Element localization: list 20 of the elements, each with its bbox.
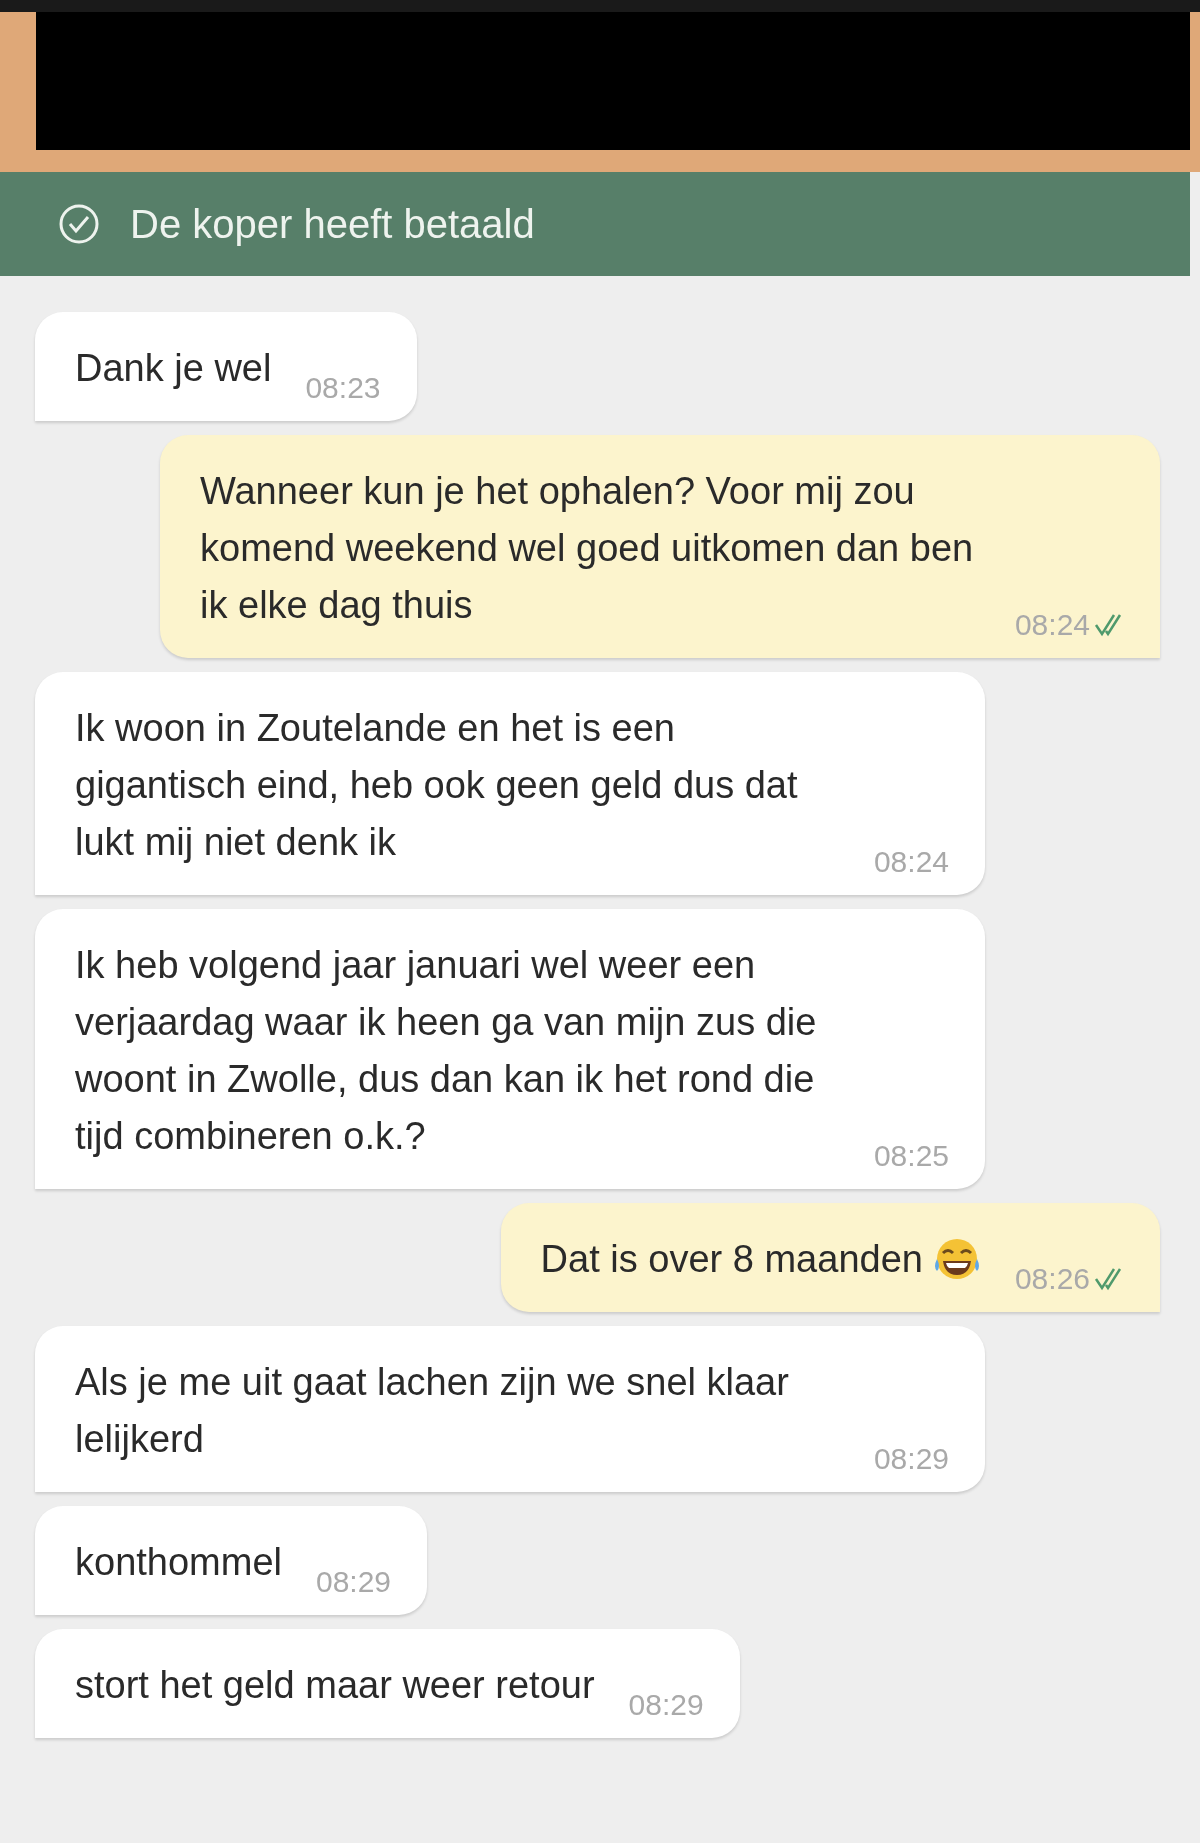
message-time: 08:29 xyxy=(873,1442,949,1476)
message-time: 08:25 xyxy=(873,1139,949,1173)
message-time: 08:24 xyxy=(873,845,949,879)
message-text: stort het geld maar weer retour xyxy=(75,1663,595,1708)
message-time: 08:26 xyxy=(1014,1262,1090,1296)
message-time: 08:24 xyxy=(1014,608,1090,642)
message-text: konthommel xyxy=(75,1540,282,1585)
banner-text: De koper heeft betaald xyxy=(130,201,535,247)
double-check-icon xyxy=(1094,613,1124,637)
message-time: 08:29 xyxy=(628,1688,704,1722)
message-text: Ik heb volgend jaar januari wel weer een verjaardag waar ik heen ga van mijn zus die woont in Zwolle, dus dan kan ik het rond die tijd combineren o.k.? xyxy=(75,943,818,1159)
message-time: 08:29 xyxy=(316,1565,392,1599)
message-text: Als je me uit gaat lachen zijn we snel klaar lelijkerd xyxy=(75,1360,790,1462)
message-text: Dank je wel xyxy=(75,346,272,391)
message-time: 08:23 xyxy=(305,371,381,405)
message-text: Dat is over 8 maanden xyxy=(540,1237,923,1282)
message-text: Wanneer kun je het ophalen? Voor mij zou komend weekend wel goed uitkomen dan ben ik elke dag thuis xyxy=(200,469,975,628)
double-check-icon xyxy=(1094,1267,1124,1291)
check-circle-icon xyxy=(58,203,100,245)
message-text: Ik woon in Zoutelande en het is een gigantisch eind, heb ook geen geld dus dat lukt mij niet denk ik xyxy=(75,706,799,865)
